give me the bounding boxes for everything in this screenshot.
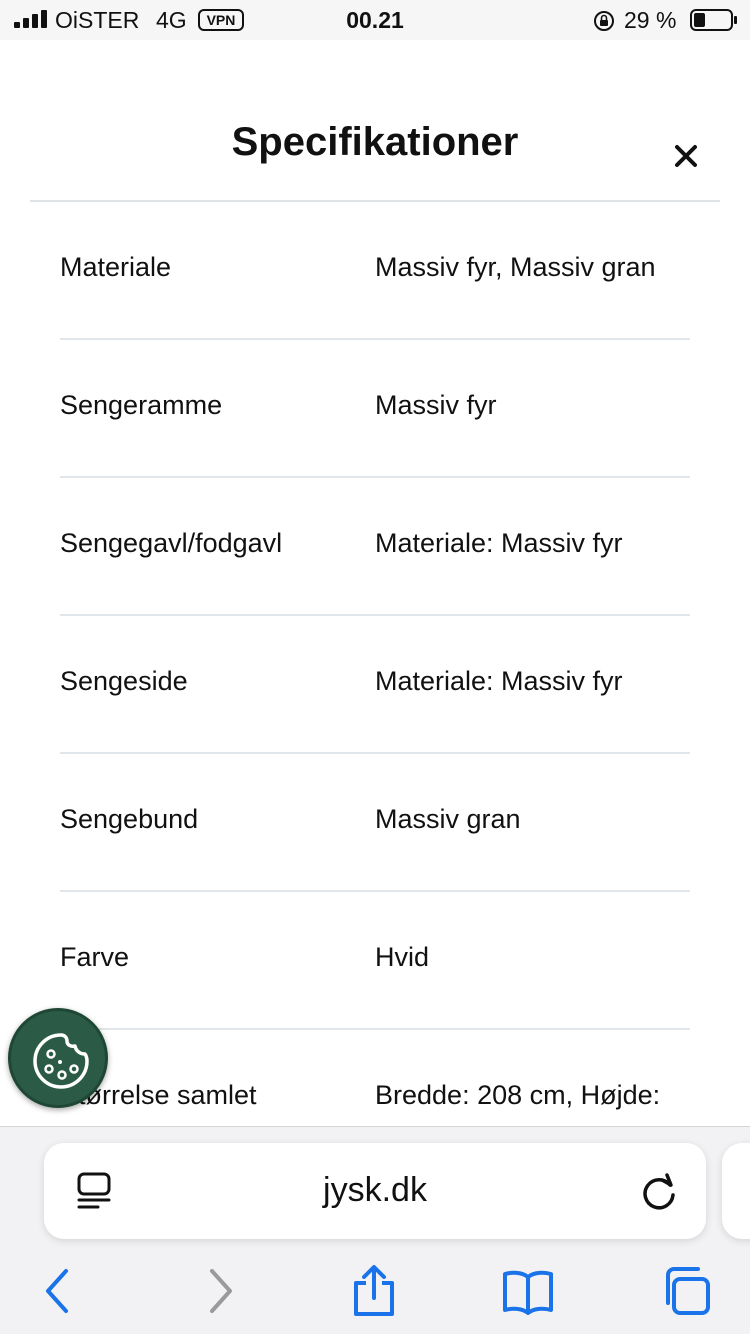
next-tab-preview[interactable]: [722, 1143, 750, 1239]
spec-label: Sengeramme: [60, 390, 223, 420]
spec-value: Materiale: Massiv fyr: [375, 666, 623, 696]
spec-row: Sengeramme Massiv fyr: [60, 340, 690, 478]
spec-value: Hvid: [375, 942, 430, 972]
bookmarks-icon[interactable]: [502, 1265, 554, 1317]
close-icon[interactable]: [666, 136, 706, 176]
spec-value: Materiale: Massiv fyr: [375, 528, 623, 558]
browser-toolbar: jysk.dk: [0, 1126, 750, 1334]
network-type: 4G: [156, 7, 187, 33]
forward-icon[interactable]: [194, 1265, 246, 1317]
battery-icon: [690, 9, 737, 31]
share-icon[interactable]: [348, 1265, 400, 1317]
tabs-icon[interactable]: [660, 1265, 712, 1317]
spec-value: Massiv fyr, Massiv gran: [375, 252, 656, 282]
spec-row: Sengegavl/fodgavl Materiale: Massiv fyr: [60, 478, 690, 616]
spec-row: Sengebund Massiv gran: [60, 754, 690, 892]
spec-row: Sengeside Materiale: Massiv fyr: [60, 616, 690, 754]
orientation-lock-icon: [594, 11, 614, 31]
address-bar[interactable]: jysk.dk: [44, 1143, 706, 1239]
spec-label: Sengebund: [60, 804, 199, 834]
back-icon[interactable]: [32, 1265, 84, 1317]
spec-value: Massiv gran: [375, 804, 521, 834]
url-text[interactable]: jysk.dk: [44, 1171, 706, 1210]
spec-value: Bredde: 208 cm, Højde:: [375, 1080, 661, 1110]
spec-row: Materiale Massiv fyr, Massiv gran: [60, 202, 690, 340]
reload-icon[interactable]: [640, 1171, 678, 1211]
vpn-badge: VPN: [198, 9, 244, 31]
status-bar: OiSTER 4G VPN 00.21 29 %: [0, 0, 750, 40]
spec-value: Massiv fyr: [375, 390, 497, 420]
cookie-icon: [33, 1033, 89, 1089]
cookie-settings-button[interactable]: [8, 1008, 108, 1108]
spec-list: Materiale Massiv fyr, Massiv gran Senger…: [60, 202, 690, 1168]
spec-label: Sengeside: [60, 666, 188, 696]
spec-row: Farve Hvid: [60, 892, 690, 1030]
spec-label: Materiale: [60, 252, 172, 282]
page-title: Specifikationer: [231, 120, 519, 164]
signal-icon: [14, 10, 47, 28]
battery-percentage: 29 %: [624, 7, 677, 33]
spec-label: Sengegavl/fodgavl: [60, 528, 283, 558]
spec-label: Farve: [60, 942, 130, 972]
carrier-name: OiSTER: [55, 7, 140, 33]
